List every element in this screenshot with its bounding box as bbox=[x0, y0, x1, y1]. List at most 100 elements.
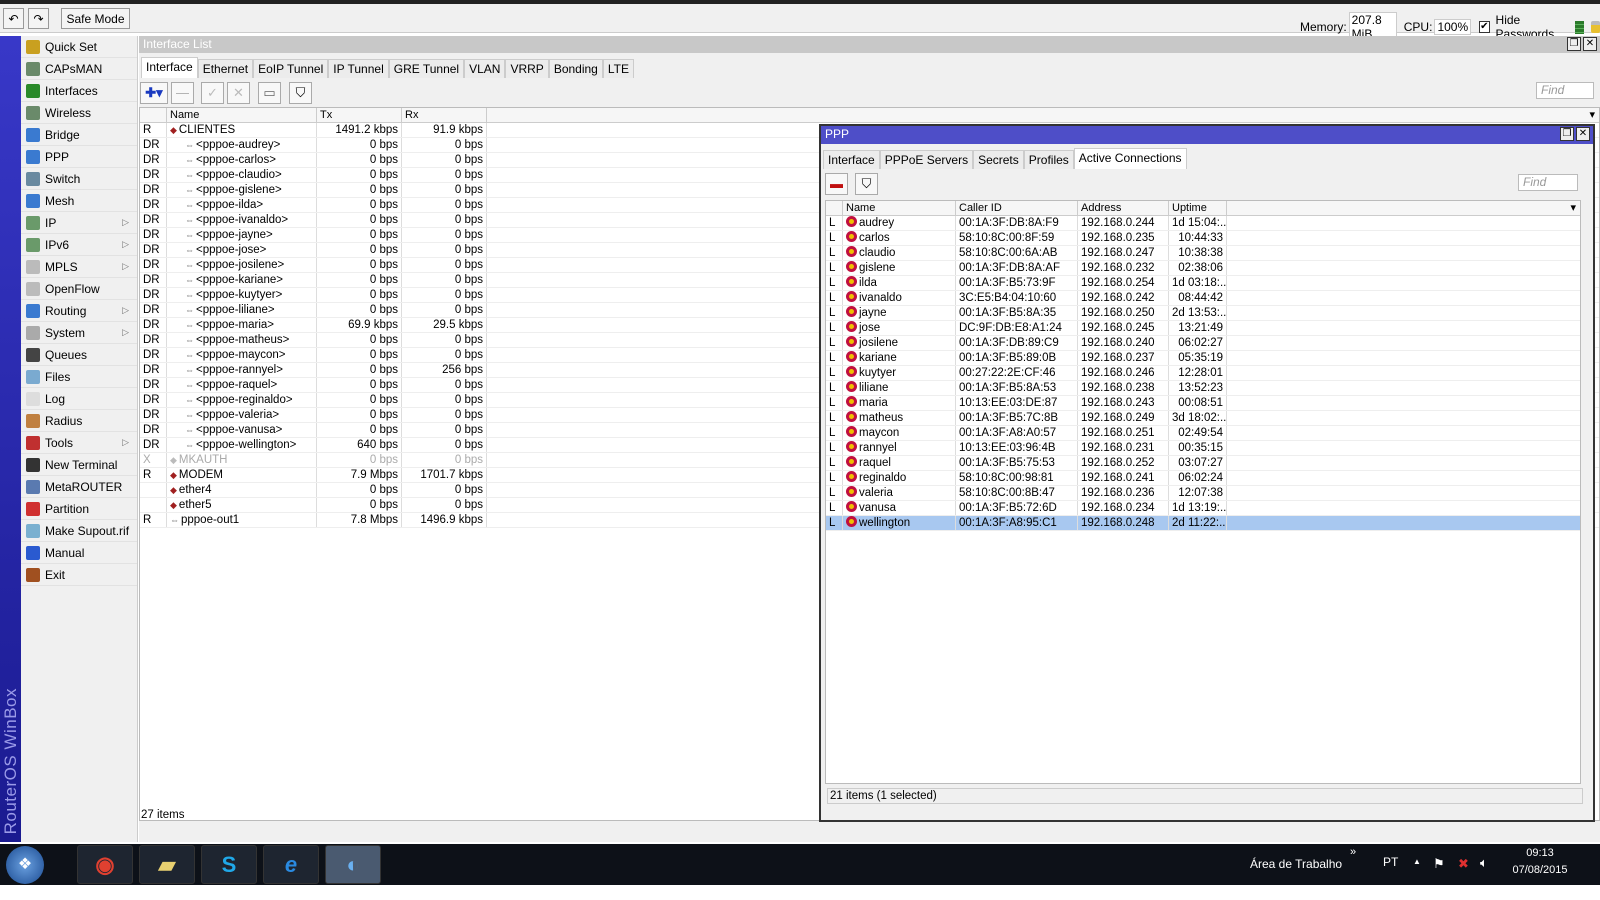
menu-item-switch[interactable]: Switch bbox=[21, 168, 137, 190]
table-row[interactable]: Lgislene 00:1A:3F:DB:8A:AF 192.168.0.232 02… bbox=[826, 261, 1580, 276]
table-row[interactable]: Lilda 00:1A:3F:B5:73:9F 192.168.0.254 1d 03… bbox=[826, 276, 1580, 291]
table-row[interactable]: Lclaudio 58:10:8C:00:6A:AB 192.168.0.247 10… bbox=[826, 246, 1580, 261]
close-button[interactable]: ✕ bbox=[1583, 37, 1597, 51]
menu-item-mpls[interactable]: MPLS ▷ bbox=[21, 256, 137, 278]
table-row[interactable]: Ljosilene 00:1A:3F:DB:89:C9 192.168.0.240 0… bbox=[826, 336, 1580, 351]
winbox-taskbar-icon[interactable]: ◐ bbox=[325, 845, 381, 884]
tab-bonding[interactable]: Bonding bbox=[548, 59, 603, 78]
chrome-taskbar-icon[interactable]: ◉ bbox=[77, 845, 133, 884]
menu-item-interfaces[interactable]: Interfaces bbox=[21, 80, 137, 102]
table-row[interactable]: Ljayne 00:1A:3F:B5:8A:35 192.168.0.250 2d 1… bbox=[826, 306, 1580, 321]
menu-item-queues[interactable]: Queues bbox=[21, 344, 137, 366]
restore-button[interactable]: ❐ bbox=[1567, 37, 1581, 51]
tray-expand-icon[interactable]: ▲ bbox=[1413, 857, 1421, 866]
volume-icon[interactable]: 🔈︎ bbox=[1480, 855, 1488, 871]
table-row[interactable]: Lwellington 00:1A:3F:A8:95:C1 192.168.0.24… bbox=[826, 516, 1580, 531]
safe-mode-button[interactable]: Safe Mode bbox=[61, 8, 130, 29]
menu-item-openflow[interactable]: OpenFlow bbox=[21, 278, 137, 300]
menu-item-metarouter[interactable]: MetaROUTER bbox=[21, 476, 137, 498]
find-input[interactable]: Find bbox=[1518, 174, 1578, 191]
menu-item-bridge[interactable]: Bridge bbox=[21, 124, 137, 146]
redo-button[interactable]: ↷ bbox=[28, 8, 49, 29]
menu-item-files[interactable]: Files bbox=[21, 366, 137, 388]
menu-item-ip[interactable]: IP ▷ bbox=[21, 212, 137, 234]
table-row[interactable]: Lrannyel 10:13:EE:03:96:4B 192.168.0.231 00… bbox=[826, 441, 1580, 456]
col-uptime[interactable]: Uptime bbox=[1169, 201, 1227, 215]
col-tx[interactable]: Tx bbox=[317, 108, 402, 122]
filter-button[interactable]: ⛉ bbox=[289, 82, 312, 104]
undo-button[interactable]: ↶ bbox=[3, 8, 24, 29]
toolbar-expand-icon[interactable]: » bbox=[1350, 846, 1356, 858]
remove-button[interactable]: — bbox=[171, 82, 194, 104]
menu-item-routing[interactable]: Routing ▷ bbox=[21, 300, 137, 322]
ie-taskbar-icon[interactable]: e bbox=[263, 845, 319, 884]
tab-pppoe-servers[interactable]: PPPoE Servers bbox=[879, 150, 974, 169]
table-row[interactable]: Lcarlos 58:10:8C:00:8F:59 192.168.0.235 10:… bbox=[826, 231, 1580, 246]
menu-item-exit[interactable]: Exit bbox=[21, 564, 137, 586]
table-row[interactable]: Laudrey 00:1A:3F:DB:8A:F9 192.168.0.244 1d … bbox=[826, 216, 1580, 231]
tab-vlan[interactable]: VLAN bbox=[464, 59, 506, 78]
tab-gre-tunnel[interactable]: GRE Tunnel bbox=[388, 59, 465, 78]
col-address[interactable]: Address bbox=[1078, 201, 1169, 215]
menu-item-ppp[interactable]: PPP bbox=[21, 146, 137, 168]
tab-lte[interactable]: LTE bbox=[602, 59, 634, 78]
table-row[interactable]: Lkuytyer 00:27:22:2E:CF:46 192.168.0.246 12… bbox=[826, 366, 1580, 381]
tab-vrrp[interactable]: VRRP bbox=[505, 59, 549, 78]
restore-button[interactable]: ❐ bbox=[1560, 127, 1574, 141]
tab-active-connections[interactable]: Active Connections bbox=[1073, 148, 1187, 169]
table-row[interactable]: Lmatheus 00:1A:3F:B5:7C:8B 192.168.0.249 3d… bbox=[826, 411, 1580, 426]
ppp-titlebar[interactable]: PPP ❐ ✕ bbox=[821, 126, 1593, 144]
menu-item-log[interactable]: Log bbox=[21, 388, 137, 410]
start-button[interactable]: ❖ bbox=[6, 846, 44, 884]
interface-list-titlebar[interactable]: Interface List ❐ ✕ bbox=[139, 36, 1600, 53]
menu-item-ipv6[interactable]: IPv6 ▷ bbox=[21, 234, 137, 256]
table-row[interactable]: Lvaleria 58:10:8C:00:8B:47 192.168.0.236 12… bbox=[826, 486, 1580, 501]
menu-item-make-supout-rif[interactable]: Make Supout.rif bbox=[21, 520, 137, 542]
table-row[interactable]: Lraquel 00:1A:3F:B5:75:53 192.168.0.252 03:… bbox=[826, 456, 1580, 471]
remove-button[interactable]: ▬ bbox=[825, 173, 848, 195]
table-row[interactable]: Lvanusa 00:1A:3F:B5:72:6D 192.168.0.234 1d … bbox=[826, 501, 1580, 516]
menu-item-partition[interactable]: Partition bbox=[21, 498, 137, 520]
table-row[interactable]: Lmaria 10:13:EE:03:DE:87 192.168.0.243 00:0… bbox=[826, 396, 1580, 411]
col-flags[interactable] bbox=[140, 108, 167, 122]
comment-button[interactable]: ▭ bbox=[258, 82, 281, 104]
find-input[interactable]: Find bbox=[1536, 82, 1594, 99]
columns-dropdown[interactable]: ▾ bbox=[1227, 201, 1580, 215]
close-button[interactable]: ✕ bbox=[1576, 127, 1590, 141]
col-rx[interactable]: Rx bbox=[402, 108, 487, 122]
tab-profiles[interactable]: Profiles bbox=[1023, 150, 1074, 169]
menu-item-manual[interactable]: Manual bbox=[21, 542, 137, 564]
action-center-icon[interactable]: ⚑ bbox=[1433, 856, 1445, 872]
table-row[interactable]: Livanaldo 3C:E5:B4:04:10:60 192.168.0.242 0… bbox=[826, 291, 1580, 306]
add-button[interactable]: ✚▾ bbox=[140, 82, 168, 104]
table-row[interactable]: Ljose DC:9F:DB:E8:A1:24 192.168.0.245 13:21… bbox=[826, 321, 1580, 336]
menu-item-new-terminal[interactable]: New Terminal bbox=[21, 454, 137, 476]
desktop-toolbar[interactable]: Área de Trabalho bbox=[1250, 857, 1342, 871]
enable-button[interactable]: ✓ bbox=[201, 82, 224, 104]
menu-item-wireless[interactable]: Wireless bbox=[21, 102, 137, 124]
col-name[interactable]: Name bbox=[167, 108, 317, 122]
col-caller-id[interactable]: Caller ID bbox=[956, 201, 1078, 215]
menu-item-system[interactable]: System ▷ bbox=[21, 322, 137, 344]
network-error-icon[interactable]: ✖ bbox=[1458, 856, 1469, 872]
col-name[interactable]: Name bbox=[843, 201, 956, 215]
explorer-taskbar-icon[interactable]: ▰ bbox=[139, 845, 195, 884]
tab-ethernet[interactable]: Ethernet bbox=[197, 59, 254, 78]
menu-item-quick-set[interactable]: Quick Set bbox=[21, 36, 137, 58]
table-row[interactable]: Lreginaldo 58:10:8C:00:98:81 192.168.0.241… bbox=[826, 471, 1580, 486]
col-flags[interactable] bbox=[826, 201, 843, 215]
hide-passwords-checkbox[interactable]: ✔ bbox=[1479, 21, 1490, 33]
table-row[interactable]: Lliliane 00:1A:3F:B5:8A:53 192.168.0.238 13… bbox=[826, 381, 1580, 396]
table-row[interactable]: Lkariane 00:1A:3F:B5:89:0B 192.168.0.237 05… bbox=[826, 351, 1580, 366]
language-indicator[interactable]: PT bbox=[1383, 855, 1398, 869]
filter-button[interactable]: ⛉ bbox=[855, 173, 878, 195]
tab-interface[interactable]: Interface bbox=[823, 150, 880, 169]
tab-ip-tunnel[interactable]: IP Tunnel bbox=[328, 59, 389, 78]
menu-item-capsman[interactable]: CAPsMAN bbox=[21, 58, 137, 80]
tab-interface[interactable]: Interface bbox=[141, 57, 198, 78]
tab-secrets[interactable]: Secrets bbox=[973, 150, 1024, 169]
menu-item-radius[interactable]: Radius bbox=[21, 410, 137, 432]
table-row[interactable]: Lmaycon 00:1A:3F:A8:A0:57 192.168.0.251 02:… bbox=[826, 426, 1580, 441]
disable-button[interactable]: ✕ bbox=[227, 82, 250, 104]
menu-item-mesh[interactable]: Mesh bbox=[21, 190, 137, 212]
